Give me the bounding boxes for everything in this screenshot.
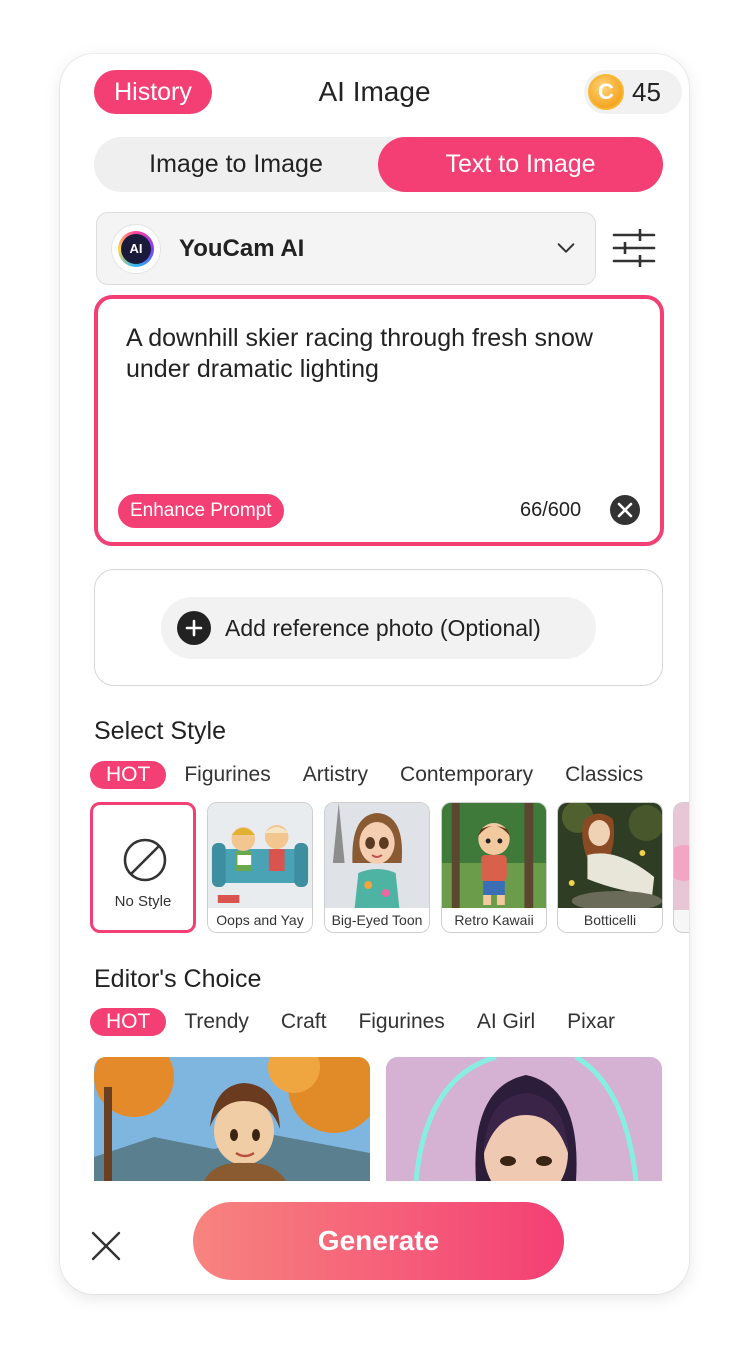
add-reference-photo-label: Add reference photo (Optional) — [225, 614, 541, 641]
plus-icon — [177, 611, 211, 645]
enhance-prompt-button[interactable]: Enhance Prompt — [118, 494, 284, 528]
model-name: YouCam AI — [179, 234, 305, 262]
style-preview-image — [325, 803, 429, 910]
editors-tab-trendy[interactable]: Trendy — [184, 1010, 249, 1034]
style-preview-image — [558, 803, 662, 910]
editors-tab-pixar[interactable]: Pixar — [567, 1010, 615, 1034]
style-tab-artistry[interactable]: Artistry — [303, 763, 368, 787]
style-thumbnails: No Style Oops and Yay Big-Eyed Toon Retr… — [90, 800, 689, 935]
select-style-title: Select Style — [94, 717, 227, 745]
editors-tab-hot[interactable]: HOT — [90, 1008, 167, 1036]
style-label: Retro Kawaii — [442, 908, 546, 932]
editors-choice-card-anime[interactable] — [94, 1057, 370, 1181]
editors-choice-image — [386, 1057, 662, 1181]
ai-logo-text: AI — [121, 233, 151, 264]
style-tab-hot[interactable]: HOT — [90, 761, 167, 789]
editors-tab-craft[interactable]: Craft — [281, 1010, 327, 1034]
style-label: No Style — [114, 893, 172, 910]
coin-icon: C — [588, 74, 624, 110]
style-label: Botticelli — [558, 908, 662, 932]
generate-button[interactable]: Generate — [193, 1202, 564, 1280]
mode-toggle: Image to Image Text to Image — [94, 137, 663, 192]
style-big-eyed-toon[interactable]: Big-Eyed Toon — [324, 802, 430, 933]
style-label: Oops and Yay — [208, 908, 312, 932]
style-label: Big-Eyed Toon — [325, 908, 429, 932]
style-botticelli[interactable]: Botticelli — [557, 802, 663, 933]
style-no-style[interactable]: No Style — [90, 802, 196, 933]
character-count: 66/600 — [520, 499, 582, 521]
style-preview-image — [208, 803, 312, 910]
editors-choice-image — [94, 1057, 370, 1181]
coin-balance[interactable]: C 45 — [584, 70, 682, 114]
clear-icon[interactable] — [609, 494, 641, 526]
style-preview-image — [674, 803, 689, 910]
style-preview-image — [442, 803, 546, 910]
close-icon[interactable] — [90, 1230, 122, 1262]
sliders-icon[interactable] — [612, 228, 656, 268]
style-tab-contemporary[interactable]: Contemporary — [400, 763, 533, 787]
style-category-tabs: HOT Figurines Artistry Contemporary Clas… — [90, 761, 675, 789]
prompt-input[interactable]: A downhill skier racing through fresh sn… — [94, 295, 664, 546]
style-tab-classics[interactable]: Classics — [565, 763, 643, 787]
youcam-ai-logo: AI — [111, 223, 161, 274]
coin-count: 45 — [632, 76, 661, 107]
prompt-text[interactable]: A downhill skier racing through fresh sn… — [126, 323, 626, 385]
tab-image-to-image[interactable]: Image to Image — [94, 137, 378, 192]
tab-text-to-image[interactable]: Text to Image — [378, 137, 663, 192]
model-dropdown[interactable]: AI YouCam AI — [96, 212, 596, 285]
add-reference-photo-button[interactable]: Add reference photo (Optional) — [161, 597, 596, 659]
ai-image-panel: History AI Image C 45 Image to Image Tex… — [60, 54, 689, 1294]
editors-tab-ai-girl[interactable]: AI Girl — [477, 1010, 535, 1034]
editors-choice-title: Editor's Choice — [94, 965, 262, 993]
chevron-down-icon — [557, 243, 575, 253]
style-partial-next[interactable] — [673, 802, 689, 933]
style-retro-kawaii[interactable]: Retro Kawaii — [441, 802, 547, 933]
no-style-icon — [123, 838, 167, 882]
reference-photo-area: Add reference photo (Optional) — [94, 569, 663, 686]
editors-choice-tabs: HOT Trendy Craft Figurines AI Girl Pixar — [90, 1008, 647, 1036]
editors-choice-card-neon[interactable] — [386, 1057, 662, 1181]
style-oops-and-yay[interactable]: Oops and Yay — [207, 802, 313, 933]
style-tab-figurines[interactable]: Figurines — [184, 763, 270, 787]
editors-tab-figurines[interactable]: Figurines — [358, 1010, 444, 1034]
